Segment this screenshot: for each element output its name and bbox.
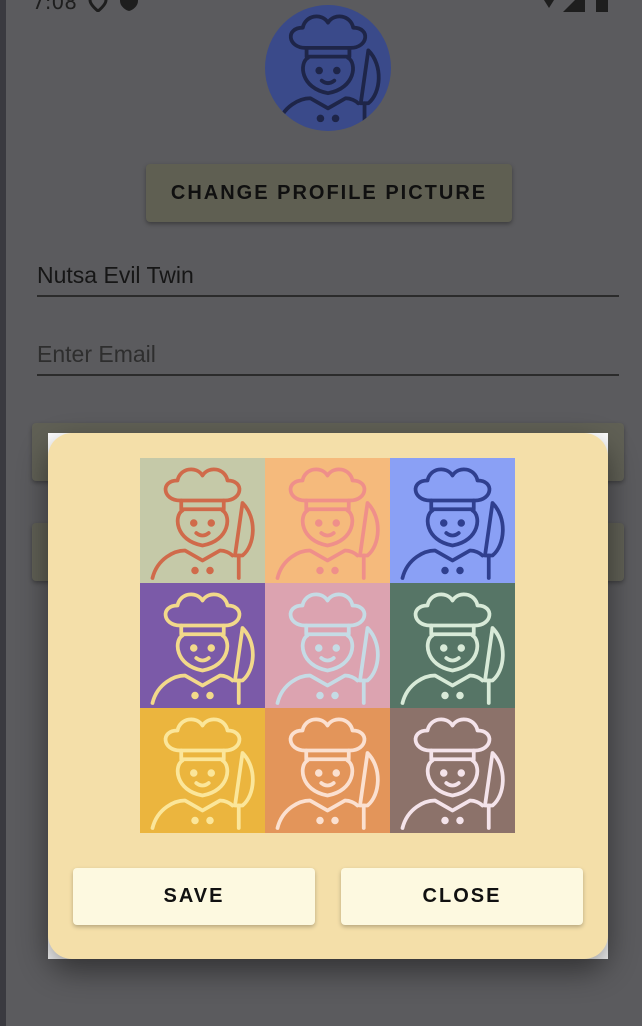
avatar-option-3[interactable]	[390, 458, 515, 583]
shield-icon	[118, 0, 140, 14]
battery-icon	[594, 0, 610, 14]
avatar-option-9[interactable]	[390, 708, 515, 833]
chef-icon	[400, 717, 505, 830]
window-edge	[0, 0, 6, 1026]
wifi-icon	[538, 0, 560, 14]
chef-icon	[150, 717, 255, 830]
chef-icon	[400, 467, 505, 580]
avatar-grid	[140, 458, 516, 834]
avatar-option-2[interactable]	[265, 458, 390, 583]
email-field[interactable]: Enter Email	[37, 336, 619, 376]
avatar-option-5[interactable]	[265, 583, 390, 708]
chef-icon	[275, 14, 381, 128]
avatar-option-6[interactable]	[390, 583, 515, 708]
save-button[interactable]: SAVE	[73, 868, 315, 925]
avatar-option-4[interactable]	[140, 583, 265, 708]
avatar-option-7[interactable]	[140, 708, 265, 833]
signal-icon	[563, 0, 585, 14]
change-profile-picture-button[interactable]: CHANGE PROFILE PICTURE	[146, 164, 512, 222]
status-time: 7:08	[32, 0, 77, 14]
chef-icon	[275, 717, 380, 830]
close-button[interactable]: CLOSE	[341, 868, 583, 925]
chef-icon	[275, 592, 380, 705]
chef-icon	[150, 467, 255, 580]
location-icon	[88, 0, 108, 14]
name-field[interactable]: Nutsa Evil Twin	[37, 257, 619, 297]
avatar-option-8[interactable]	[265, 708, 390, 833]
chef-icon	[275, 467, 380, 580]
chef-icon	[150, 592, 255, 705]
avatar-picker-dialog: SAVE CLOSE	[48, 433, 608, 959]
avatar-option-1[interactable]	[140, 458, 265, 583]
profile-avatar[interactable]	[265, 5, 391, 131]
chef-icon	[400, 592, 505, 705]
